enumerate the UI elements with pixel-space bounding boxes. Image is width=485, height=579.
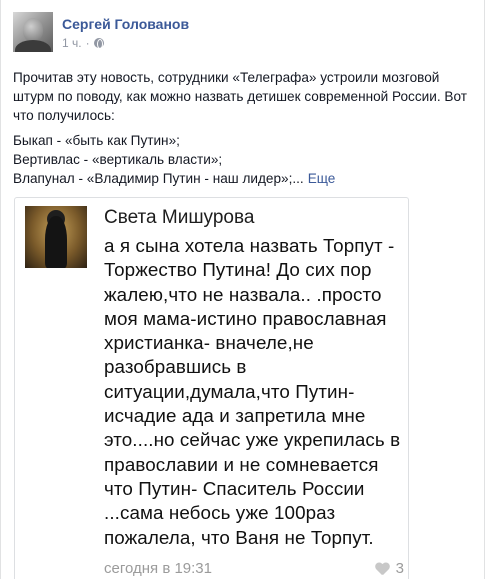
post-header: Сергей Голованов 1 ч. · xyxy=(13,12,472,56)
facebook-post: Сергей Голованов 1 ч. · Прочитав эту нов… xyxy=(0,0,485,579)
comment-footer: сегодня в 19:31 3 xyxy=(104,560,404,578)
post-line: Влапунал - «Владимир Путин - наш лидер»;… xyxy=(13,169,472,188)
heart-icon xyxy=(375,563,390,576)
see-more-link[interactable]: Еще xyxy=(308,171,336,186)
commenter-name: Света Мишурова xyxy=(104,207,255,228)
post-meta: Сергей Голованов 1 ч. · xyxy=(62,12,189,50)
post-line-text: Влапунал - «Владимир Путин - наш лидер»;… xyxy=(13,171,304,186)
post-time-row: 1 ч. · xyxy=(62,36,189,50)
post-line: Вертивлас - «вертикаль власти»; xyxy=(13,152,223,167)
post-line: Быкап - «быть как Путин»; xyxy=(13,133,180,148)
avatar-head xyxy=(23,18,43,42)
post-body: Прочитав эту новость, сотрудники «Телегр… xyxy=(13,68,472,188)
author-name-link[interactable]: Сергей Голованов xyxy=(62,15,189,33)
author-avatar[interactable] xyxy=(13,12,53,52)
post-intro-text: Прочитав эту новость, сотрудники «Телегр… xyxy=(13,70,467,123)
comment-likes: 3 xyxy=(375,560,404,578)
like-count: 3 xyxy=(395,560,404,577)
comment-timestamp: сегодня в 19:31 xyxy=(104,560,212,577)
shared-comment-screenshot: Света Мишурова а я сына хотела назвать Т… xyxy=(14,197,409,579)
commenter-avatar xyxy=(25,206,87,268)
globe-icon[interactable] xyxy=(93,38,104,49)
avatar-body xyxy=(15,40,51,52)
comment-text: а я сына хотела назвать Торпут - Торжест… xyxy=(104,235,401,548)
meta-separator: · xyxy=(85,36,90,50)
post-timestamp[interactable]: 1 ч. xyxy=(62,36,82,50)
avatar-figure-body xyxy=(45,216,67,268)
